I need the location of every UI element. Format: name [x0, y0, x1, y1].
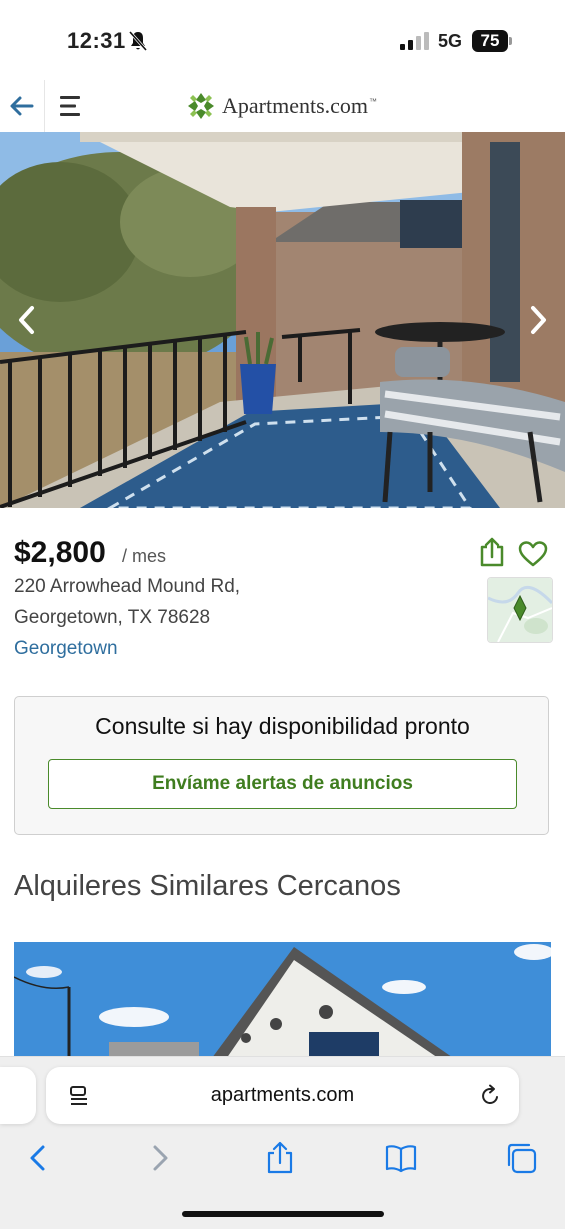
apartments-logo[interactable]: Apartments.com ™: [186, 91, 377, 121]
home-indicator: [182, 1211, 384, 1217]
availability-title: Consulte si hay disponibilidad pronto: [95, 713, 470, 739]
address-bar[interactable]: apartments.com: [46, 1067, 519, 1124]
forward-chevron-icon[interactable]: [143, 1141, 177, 1175]
status-bar: 12:31 5G 75: [0, 0, 565, 80]
back-arrow-icon[interactable]: [8, 92, 36, 120]
network-label: 5G: [438, 31, 463, 51]
availability-card: Consulte si hay disponibilidad pronto En…: [14, 696, 549, 835]
status-time: 12:31: [67, 28, 126, 53]
previous-photo-chevron-icon[interactable]: [12, 302, 42, 338]
bookmarks-icon[interactable]: [384, 1141, 418, 1175]
logo-text: Apartments.com: [222, 93, 369, 118]
neighborhood-link[interactable]: Georgetown: [14, 638, 118, 660]
signal-icon: [400, 32, 429, 50]
porch-photo-illustration: [0, 132, 565, 508]
previous-tab-preview[interactable]: [0, 1067, 36, 1124]
browser-toolbar: apartments.com: [0, 1056, 565, 1229]
favorite-heart-icon[interactable]: [518, 540, 548, 568]
battery-level: 75: [480, 31, 500, 50]
share-sheet-icon[interactable]: [263, 1141, 297, 1175]
back-chevron-icon[interactable]: [21, 1141, 55, 1175]
battery-icon: 75: [472, 30, 512, 52]
share-icon[interactable]: [478, 536, 506, 568]
listing-alerts-button[interactable]: Envíame alertas de anuncios: [48, 759, 517, 809]
reload-icon[interactable]: [478, 1084, 502, 1108]
map-thumbnail[interactable]: [487, 577, 553, 643]
site-header: Apartments.com ™: [0, 80, 565, 133]
apartments-logo-icon: [188, 93, 214, 119]
hamburger-menu-icon[interactable]: [57, 93, 83, 119]
url-text: apartments.com: [210, 1084, 355, 1106]
listing-price: $2,800: [14, 536, 106, 569]
next-photo-chevron-icon[interactable]: [523, 302, 553, 338]
tabs-icon[interactable]: [504, 1141, 538, 1175]
similar-rentals-heading: Alquileres Similares Cercanos: [14, 870, 401, 902]
listing-photo[interactable]: [0, 132, 565, 508]
header-divider: [44, 80, 45, 132]
price-period: / mes: [122, 546, 167, 566]
address-line-2: Georgetown, TX 78628: [14, 607, 211, 628]
logo-trademark: ™: [369, 96, 378, 106]
similar-listing-photo[interactable]: [14, 942, 551, 1062]
map-icon: [488, 578, 552, 642]
address-line-1: 220 Arrowhead Mound Rd,: [14, 576, 241, 597]
muted-bell-icon: [128, 31, 148, 51]
house-photo-illustration: [14, 942, 551, 1062]
